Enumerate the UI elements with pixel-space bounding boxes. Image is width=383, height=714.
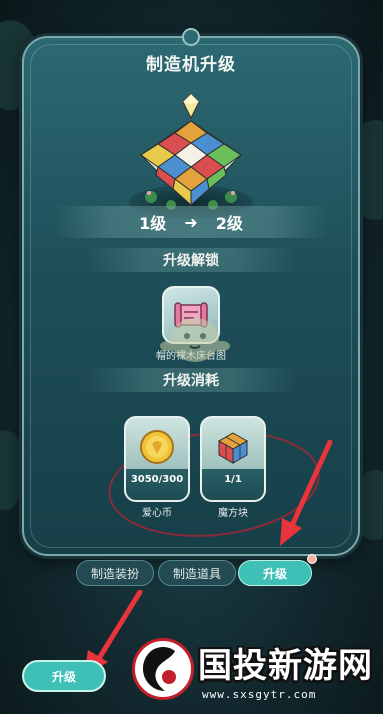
tab-make-items[interactable]: 制造道具 xyxy=(158,560,236,586)
magic-cube-name: 魔方块 xyxy=(218,508,248,519)
tab-make-outfit[interactable]: 制造装扮 xyxy=(76,560,154,586)
level-to: 2级 xyxy=(215,214,243,233)
site-name: 国投新游网 xyxy=(198,646,373,686)
notification-dot xyxy=(307,554,317,564)
mascot-watermark-icon xyxy=(160,318,230,362)
tab-upgrade[interactable]: 升级 xyxy=(238,560,312,586)
unlock-section-title: 升级解锁 xyxy=(84,248,298,272)
magic-cube-icon xyxy=(217,432,249,464)
upgrade-button[interactable]: 升级 xyxy=(22,660,106,692)
cost-item-heart-coin[interactable]: 3050/300 xyxy=(124,416,190,502)
heart-coin-count: 3050/300 xyxy=(130,474,184,485)
cost-item-magic-cube[interactable]: 1/1 xyxy=(200,416,266,502)
arrow-right-icon: ➜ xyxy=(184,212,198,232)
heart-coin-icon xyxy=(140,430,174,464)
panel-ornament xyxy=(182,28,200,46)
magic-cube-count: 1/1 xyxy=(224,474,242,485)
heart-coin-name: 爱心币 xyxy=(142,508,172,519)
site-watermark-logo: 国投新游网 www.sxsgytr.com xyxy=(132,632,378,712)
upgrade-panel: 制造机升级 1级 ➜ 2级 升级解锁 升级消耗 3050/300 爱心币 1/1… xyxy=(22,28,360,586)
site-logo-icon xyxy=(132,638,194,700)
level-from: 1级 xyxy=(139,214,167,233)
site-url: www.sxsgytr.com xyxy=(202,688,317,701)
panel-title: 制造机升级 xyxy=(146,55,236,75)
level-indicator: 1级 ➜ 2级 xyxy=(54,206,328,238)
cost-section-title: 升级消耗 xyxy=(84,368,298,392)
machine-cube-image xyxy=(121,93,261,223)
